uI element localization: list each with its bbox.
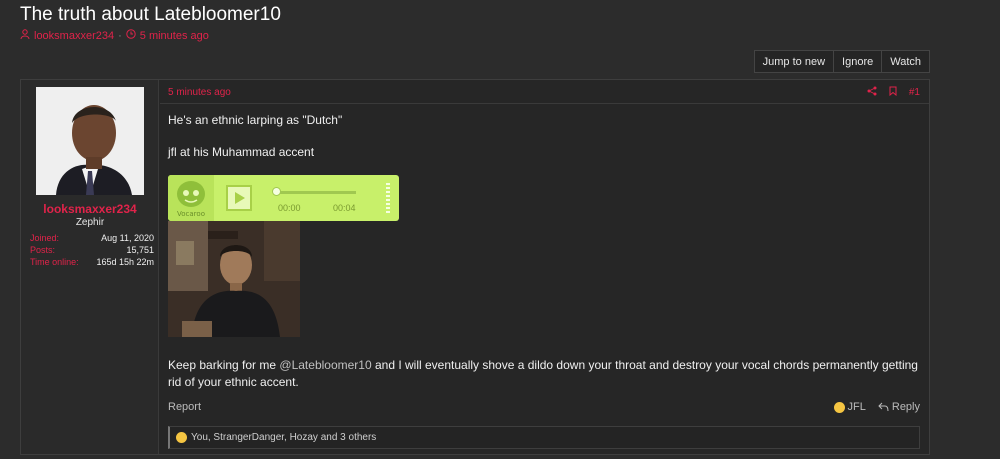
stat-value: Aug 11, 2020 — [101, 233, 154, 243]
post-time-link[interactable]: 5 minutes ago — [168, 87, 231, 98]
post-text-line: He's an ethnic larping as "Dutch" — [168, 113, 343, 127]
menu-icon[interactable] — [386, 183, 390, 213]
stat-value: 15,751 — [126, 245, 154, 255]
post-content: 5 minutes ago #1 He's an ethnic larping … — [160, 80, 929, 454]
report-link[interactable]: Report — [168, 401, 201, 413]
reply-label: Reply — [891, 401, 920, 413]
stat-label: Posts: — [30, 245, 56, 255]
stat-joined: Joined: Aug 11, 2020 — [30, 232, 154, 244]
post: looksmaxxer234 Zephir Joined: Aug 11, 202… — [20, 79, 930, 455]
thread-meta: looksmaxxer234 · 5 minutes ago — [20, 29, 209, 42]
post-header-actions: #1 — [867, 86, 920, 99]
duration: 00:04 — [333, 203, 356, 213]
thread-title: The truth about Latebloomer10 — [20, 4, 281, 25]
post-text-line: jfl at his Muhammad accent — [168, 145, 315, 159]
play-icon — [235, 192, 245, 204]
username[interactable]: looksmaxxer234 — [21, 202, 159, 216]
bookmark-icon[interactable] — [888, 86, 898, 99]
stat-value: 165d 15h 22m — [96, 257, 154, 267]
react-button[interactable]: JFL — [833, 401, 866, 413]
reply-icon — [878, 402, 889, 412]
vocaroo-player[interactable]: Vocaroo 00:00 00:04 — [168, 175, 399, 221]
post-footer-actions: JFL Reply — [833, 401, 920, 413]
share-icon[interactable] — [867, 86, 877, 99]
seek-bar[interactable] — [274, 191, 356, 194]
reply-button[interactable]: Reply — [878, 401, 920, 413]
watch-button[interactable]: Watch — [882, 50, 930, 73]
stat-label: Time online: — [30, 257, 79, 267]
post-number-link[interactable]: #1 — [909, 87, 920, 98]
ignore-button[interactable]: Ignore — [834, 50, 883, 73]
meta-separator: · — [118, 29, 122, 42]
post-header: 5 minutes ago #1 — [160, 80, 929, 104]
user-icon — [20, 29, 30, 42]
stat-label: Joined: — [30, 233, 60, 243]
seek-handle[interactable] — [272, 187, 281, 196]
laughing-emoji-icon — [833, 401, 845, 413]
react-label: JFL — [847, 401, 866, 413]
post-image[interactable] — [168, 221, 300, 337]
vocaroo-brand: Vocaroo — [177, 210, 205, 218]
play-button[interactable] — [226, 185, 252, 211]
thread-actions: Jump to new Ignore Watch — [753, 50, 930, 73]
thread-time-link[interactable]: 5 minutes ago — [140, 30, 209, 42]
post-footer: Report JFL Reply — [168, 398, 920, 414]
reactions-summary[interactable]: You, StrangerDanger, Hozay and 3 others — [168, 426, 920, 449]
user-mention-link[interactable]: @Latebloomer10 — [279, 358, 371, 372]
laughing-emoji-icon — [176, 432, 187, 443]
stat-posts: Posts: 15,751 — [30, 244, 154, 256]
stat-time-online: Time online: 165d 15h 22m — [30, 256, 154, 268]
clock-icon — [126, 29, 136, 42]
post-text-segment: Keep barking for me — [168, 358, 280, 372]
thread-author-link[interactable]: looksmaxxer234 — [34, 30, 114, 42]
vocaroo-logo: Vocaroo — [168, 175, 214, 221]
current-time: 00:00 — [278, 203, 301, 213]
post-text-paragraph: Keep barking for me @Latebloomer10 and I… — [168, 357, 921, 391]
avatar[interactable] — [36, 87, 144, 195]
reactions-text: You, StrangerDanger, Hozay and 3 others — [191, 432, 377, 443]
user-title: Zephir — [75, 217, 105, 228]
post-user-cell: looksmaxxer234 Zephir Joined: Aug 11, 202… — [21, 80, 159, 454]
jump-to-new-button[interactable]: Jump to new — [753, 50, 835, 73]
user-stats: Joined: Aug 11, 2020 Posts: 15,751 Time on… — [30, 232, 154, 268]
